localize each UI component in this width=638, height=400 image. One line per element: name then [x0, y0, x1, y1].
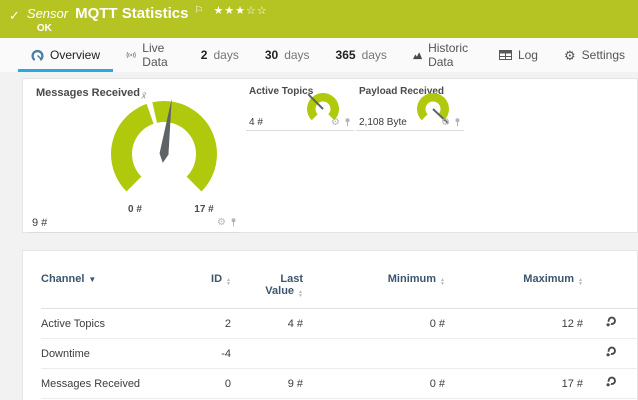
channel-id-cell: 0 [191, 369, 231, 399]
table-row[interactable]: Messages Received 0 9 # 0 # 17 # [41, 369, 638, 399]
sensor-status-header: ✓ Sensor MQTT Statistics ⚐ ★★★☆☆ OK [0, 0, 638, 38]
sort-icon: ▲▼ [226, 278, 231, 286]
maximum-cell [445, 339, 583, 369]
last-value-cell: 4 # [231, 309, 303, 339]
column-label: Channel [41, 273, 84, 285]
tab-2-days[interactable]: 2 days [188, 38, 252, 72]
table-row[interactable]: Downtime -4 [41, 339, 638, 369]
pin-icon[interactable] [344, 118, 351, 127]
tab-label: days [284, 48, 309, 62]
page-title: MQTT Statistics [75, 5, 188, 22]
priority-flag-icon[interactable]: ⚐ [194, 5, 203, 16]
tab-label: Live Data [142, 41, 175, 69]
sort-caret-icon: ▼ [88, 275, 96, 284]
tab-label: Overview [50, 48, 100, 62]
tab-number: 2 [201, 48, 208, 62]
column-label: Maximum [523, 273, 574, 285]
svg-text:x̄: x̄ [141, 90, 147, 100]
channel-id-cell: 2 [191, 309, 231, 339]
table-icon [499, 50, 512, 60]
channel-name-cell[interactable]: Active Topics [41, 309, 191, 339]
messages-received-gauge: x̄ [29, 87, 240, 215]
current-value: 9 # [32, 217, 47, 229]
channel-id-cell: -4 [191, 339, 231, 369]
minimum-cell [303, 339, 445, 369]
pin-icon[interactable] [230, 218, 237, 227]
tab-live-data[interactable]: Live Data [113, 38, 188, 72]
gauges-panel: Messages Received x̄ 0 # 17 # 9 # ⚙ Acti… [22, 78, 638, 233]
tab-historic-data[interactable]: Historic Data [400, 38, 486, 72]
current-value: 4 # [249, 117, 263, 128]
last-value-cell: 9 # [231, 369, 303, 399]
sensor-kind-label: Sensor [27, 6, 68, 21]
table-row[interactable]: Active Topics 2 4 # 0 # 12 # [41, 309, 638, 339]
maximum-cell: 12 # [445, 309, 583, 339]
sort-icon: ▲▼ [298, 290, 303, 298]
wrench-icon[interactable] [605, 346, 617, 358]
widget-gear-icon[interactable]: ⚙ [441, 118, 450, 128]
tab-label: Historic Data [428, 41, 473, 69]
chart-icon [413, 50, 422, 61]
column-header-actions [583, 265, 638, 309]
broadcast-icon [126, 49, 136, 61]
column-label: Last [280, 273, 303, 285]
minimum-cell: 0 # [303, 369, 445, 399]
column-header-id[interactable]: ID ▲▼ [191, 265, 231, 309]
channel-table-panel: Channel ▼ ID ▲▼ LastValue ▲▼ Minimum ▲▼ Maxi… [22, 250, 638, 400]
channel-name-cell[interactable]: Downtime [41, 339, 191, 369]
tab-label: days [213, 48, 238, 62]
column-label: Minimum [388, 273, 436, 285]
maximum-cell: 17 # [445, 369, 583, 399]
active-topics-widget: Active Topics 4 # ⚙ [246, 85, 354, 131]
wrench-icon[interactable] [605, 316, 617, 328]
tab-number: 365 [336, 48, 356, 62]
column-label: Value [265, 285, 294, 297]
current-value: 2,108 Byte [359, 117, 407, 128]
channel-table-body: Active Topics 2 4 # 0 # 12 # Downtime -4… [41, 309, 638, 400]
tab-30-days[interactable]: 30 days [252, 38, 323, 72]
tab-365-days[interactable]: 365 days [323, 38, 400, 72]
ok-check-icon: ✓ [9, 8, 20, 24]
column-header-channel[interactable]: Channel ▼ [41, 265, 191, 309]
last-value-cell [231, 339, 303, 369]
channel-name-cell[interactable]: Messages Received [41, 369, 191, 399]
payload-received-widget: Payload Received 2,108 Byte ⚙ [356, 85, 464, 131]
edit-channel-cell [583, 369, 638, 399]
sort-icon: ▲▼ [578, 278, 583, 286]
messages-received-widget: Messages Received x̄ 0 # 17 # 9 # ⚙ [29, 85, 240, 233]
widget-gear-icon[interactable]: ⚙ [331, 118, 340, 128]
column-header-maximum[interactable]: Maximum ▲▼ [445, 265, 583, 309]
edit-channel-cell [583, 339, 638, 369]
channel-table: Channel ▼ ID ▲▼ LastValue ▲▼ Minimum ▲▼ Maxi… [41, 265, 638, 400]
widget-gear-icon[interactable]: ⚙ [217, 218, 226, 228]
sort-icon: ▲▼ [440, 278, 445, 286]
gear-icon: ⚙ [564, 49, 576, 62]
tab-label: Log [518, 48, 538, 62]
gauge-icon [31, 49, 44, 62]
column-label: ID [211, 273, 222, 285]
tab-number: 30 [265, 48, 278, 62]
stars-empty[interactable]: ☆☆ [246, 5, 268, 17]
tab-settings[interactable]: ⚙ Settings [551, 38, 638, 72]
column-header-minimum[interactable]: Minimum ▲▼ [303, 265, 445, 309]
tab-label: days [362, 48, 387, 62]
pin-icon[interactable] [454, 118, 461, 127]
priority-stars[interactable]: ★★★☆☆ [213, 4, 267, 17]
status-badge: OK [37, 23, 268, 34]
edit-channel-cell [583, 309, 638, 339]
column-header-last-value[interactable]: LastValue ▲▼ [231, 265, 303, 309]
stars-filled[interactable]: ★★★ [213, 5, 246, 17]
tab-label: Settings [582, 48, 625, 62]
tab-log[interactable]: Log [486, 38, 551, 72]
tab-bar: Overview Live Data 2 days 30 days 365 da… [0, 38, 638, 72]
tab-overview[interactable]: Overview [18, 38, 113, 72]
minimum-cell: 0 # [303, 309, 445, 339]
wrench-icon[interactable] [605, 376, 617, 388]
